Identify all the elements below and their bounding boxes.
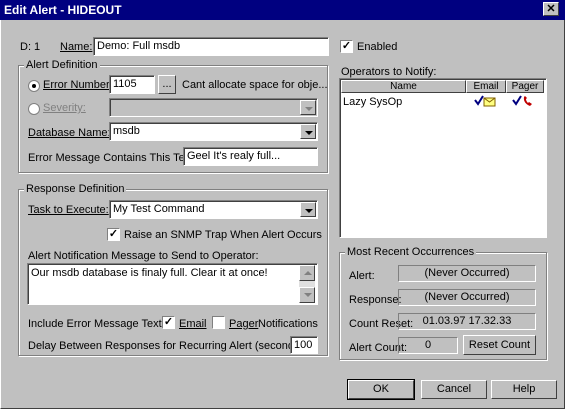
name-label: Name: — [60, 41, 93, 53]
title-bar: Edit Alert - HIDEOUT ✕ — [0, 0, 565, 20]
close-button[interactable]: ✕ — [543, 2, 559, 16]
recent-alert-value: (Never Occurred) — [398, 265, 536, 282]
task-dropdown-button[interactable] — [300, 202, 316, 217]
email-checkbox[interactable]: ✓ — [162, 316, 175, 329]
name-input[interactable]: Demo: Full msdb — [93, 37, 329, 56]
alert-id: D: 1 — [20, 41, 41, 53]
scroll-down-button[interactable] — [299, 287, 315, 303]
task-label: Task to Execute: — [28, 204, 109, 216]
operators-list[interactable]: Name Email Pager Lazy SysOp — [339, 78, 547, 238]
window-title: Edit Alert - HIDEOUT — [4, 3, 122, 17]
recent-alert-label: Alert: — [349, 270, 375, 282]
notification-message-textarea[interactable]: Our msdb database is finaly full. Clear … — [27, 263, 318, 305]
column-header-pager[interactable]: Pager — [506, 80, 544, 93]
severity-select — [109, 98, 318, 117]
cancel-button[interactable]: Cancel — [421, 380, 487, 399]
severity-radio[interactable] — [28, 103, 40, 115]
snmp-label: Raise an SNMP Trap When Alert Occurs — [124, 229, 322, 241]
scroll-up-button[interactable] — [299, 265, 315, 281]
notifications-label: Notifications — [258, 318, 318, 330]
recent-occurrences-label: Most Recent Occurrences — [345, 246, 477, 258]
alert-count-value: 0 — [398, 337, 458, 354]
error-number-radio[interactable] — [28, 80, 40, 92]
error-number-input[interactable]: 1105 — [109, 75, 155, 94]
enabled-checkbox[interactable]: ✓ — [340, 40, 353, 53]
database-dropdown-button[interactable] — [300, 124, 316, 139]
delay-input[interactable]: 100 — [290, 336, 318, 354]
column-header-name[interactable]: Name — [341, 80, 466, 93]
email-label: Email — [179, 318, 207, 330]
response-definition-label: Response Definition — [24, 183, 127, 195]
contains-text-input[interactable]: Geel It's realy full... — [183, 147, 318, 166]
recent-response-label: Response: — [349, 294, 402, 306]
error-browse-button[interactable]: ... — [158, 75, 176, 94]
enabled-label: Enabled — [357, 41, 398, 53]
include-error-label: Include Error Message Text in — [28, 318, 174, 330]
contains-text-label: Error Message Contains This Text: — [28, 152, 197, 164]
error-number-label: Error Number: — [43, 79, 113, 91]
task-select[interactable]: My Test Command — [109, 200, 318, 219]
mail-check-icon[interactable] — [474, 95, 496, 110]
database-select[interactable]: msdb — [109, 122, 318, 141]
snmp-checkbox[interactable]: ✓ — [107, 228, 120, 241]
count-reset-value: 01.03.97 17.32.33 — [398, 313, 536, 330]
operator-name: Lazy SysOp — [343, 96, 403, 108]
delay-label: Delay Between Responses for Recurring Al… — [28, 340, 307, 352]
notification-scrollbar[interactable] — [299, 265, 315, 303]
notification-message-text: Our msdb database is finaly full. Clear … — [31, 267, 268, 279]
pager-check-icon[interactable] — [512, 95, 534, 110]
operators-label: Operators to Notify: — [341, 66, 437, 78]
severity-label: Severity: — [43, 102, 86, 114]
table-row[interactable]: Lazy SysOp — [340, 93, 544, 109]
help-button[interactable]: Help — [491, 380, 557, 399]
error-description: Cant allocate space for obje... — [182, 79, 328, 91]
column-header-email[interactable]: Email — [466, 80, 506, 93]
pager-checkbox[interactable] — [212, 316, 225, 329]
pager-label: Pager — [229, 318, 259, 330]
alert-definition-label: Alert Definition — [24, 59, 100, 71]
reset-count-button[interactable]: Reset Count — [463, 335, 536, 355]
ok-button[interactable]: OK — [347, 379, 415, 400]
severity-dropdown-button — [300, 100, 316, 115]
notification-message-label: Alert Notification Message to Send to Op… — [28, 250, 259, 262]
database-label: Database Name: — [28, 127, 111, 139]
recent-response-value: (Never Occurred) — [398, 289, 536, 306]
